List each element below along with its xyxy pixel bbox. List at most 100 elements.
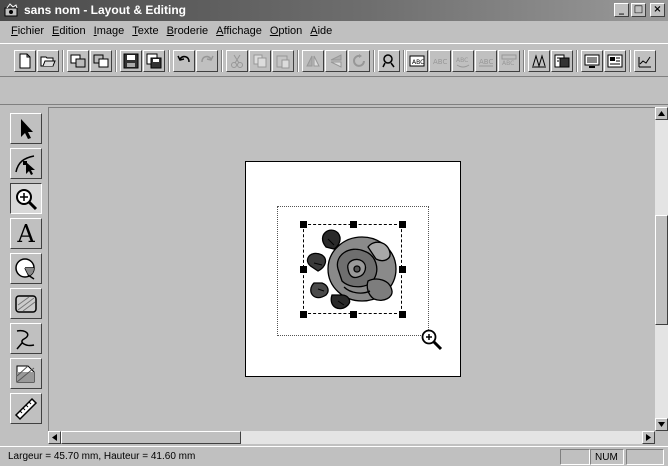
text-disabled-4-button[interactable]: ABC bbox=[498, 50, 520, 72]
app-embroidery-icon[interactable] bbox=[4, 3, 20, 18]
curve-tool[interactable] bbox=[10, 323, 42, 354]
curve-icon bbox=[16, 329, 35, 349]
menu-broderie-accel: B bbox=[166, 25, 174, 37]
menu-aide[interactable]: Aide bbox=[306, 23, 336, 41]
copy-icon bbox=[253, 54, 267, 68]
mirror-horizontal-button[interactable] bbox=[302, 50, 324, 72]
fill-tool[interactable] bbox=[10, 358, 42, 389]
menu-fichier[interactable]: Fichier bbox=[7, 23, 48, 41]
resize-handle-right[interactable] bbox=[399, 266, 406, 273]
text-disabled-2-icon: ABC bbox=[456, 57, 470, 68]
close-button[interactable]: × bbox=[650, 3, 665, 17]
mirror-vertical-button[interactable] bbox=[325, 50, 347, 72]
redo-button[interactable] bbox=[196, 50, 218, 72]
menu-aide-accel: A bbox=[310, 25, 318, 37]
measure-tool[interactable] bbox=[10, 393, 42, 424]
card-write-icon bbox=[554, 54, 570, 68]
horizontal-scrollbar[interactable] bbox=[48, 431, 655, 444]
cut-button[interactable] bbox=[226, 50, 248, 72]
text-layout-button[interactable]: ABC bbox=[406, 50, 428, 72]
menu-option[interactable]: Option bbox=[266, 23, 306, 41]
save-icon bbox=[123, 53, 139, 69]
import-alt-button[interactable] bbox=[90, 50, 112, 72]
resize-handle-bottom-left[interactable] bbox=[300, 311, 307, 318]
text-disabled-2-button[interactable]: ABC bbox=[452, 50, 474, 72]
resize-handle-bottom-right[interactable] bbox=[399, 311, 406, 318]
design-canvas[interactable] bbox=[48, 107, 655, 431]
text-tool[interactable]: A bbox=[10, 218, 42, 249]
resize-handle-top-right[interactable] bbox=[399, 221, 406, 228]
menu-broderie[interactable]: Broderie bbox=[163, 23, 213, 41]
svg-text:ABC: ABC bbox=[456, 57, 468, 64]
cut-icon bbox=[231, 54, 243, 68]
main-toolbar: ABC ABC ABC ABC ABC bbox=[0, 43, 668, 77]
menu-affichage[interactable]: Affichage bbox=[212, 23, 266, 41]
rose-embroidery-design[interactable] bbox=[304, 225, 403, 315]
menu-broderie-label: roderie bbox=[173, 25, 209, 37]
open-button[interactable] bbox=[37, 50, 59, 72]
menu-texte-label: exte bbox=[137, 25, 159, 37]
status-pane-empty bbox=[560, 449, 590, 465]
display-icon bbox=[584, 54, 600, 68]
card-write-button[interactable] bbox=[551, 50, 573, 72]
card-button[interactable] bbox=[604, 50, 626, 72]
arrow-right-icon bbox=[646, 434, 651, 441]
horizontal-scroll-thumb[interactable] bbox=[61, 431, 241, 444]
window-title: sans nom - Layout & Editing bbox=[24, 3, 187, 17]
display-button[interactable] bbox=[581, 50, 603, 72]
sew-simulator-icon bbox=[532, 54, 546, 68]
undo-button[interactable] bbox=[173, 50, 195, 72]
toolbar-separator bbox=[297, 50, 299, 72]
circle-arc-icon bbox=[15, 257, 35, 280]
zoom-tool[interactable] bbox=[10, 183, 42, 214]
minimize-button[interactable]: _ bbox=[614, 3, 629, 17]
scroll-left-button[interactable] bbox=[48, 431, 61, 444]
toolbar-separator bbox=[403, 50, 405, 72]
point-edit-tool[interactable] bbox=[10, 148, 42, 179]
rectangle-tool[interactable] bbox=[10, 288, 42, 319]
design-property-button[interactable] bbox=[634, 50, 656, 72]
menu-edition-label: dition bbox=[59, 25, 86, 37]
stitch-button[interactable] bbox=[378, 50, 400, 72]
mirror-vertical-icon bbox=[330, 54, 342, 68]
text-disabled-3-button[interactable]: ABC bbox=[475, 50, 497, 72]
resize-handle-bottom[interactable] bbox=[350, 311, 357, 318]
scroll-down-button[interactable] bbox=[655, 418, 668, 431]
copy-button[interactable] bbox=[249, 50, 271, 72]
sew-simulator-button[interactable] bbox=[528, 50, 550, 72]
menu-edition[interactable]: Edition bbox=[48, 23, 90, 41]
vertical-scroll-thumb[interactable] bbox=[655, 215, 668, 325]
menu-bar: Fichier Edition Image Texte Broderie Aff… bbox=[0, 23, 668, 41]
open-folder-icon bbox=[40, 56, 56, 67]
title-bar[interactable]: sans nom - Layout & Editing _ □ × bbox=[0, 0, 668, 21]
menu-image[interactable]: Image bbox=[90, 23, 129, 41]
selection-box[interactable] bbox=[300, 221, 406, 318]
import-button[interactable] bbox=[67, 50, 89, 72]
zoom-in-cursor-icon bbox=[421, 329, 443, 351]
num-lock-indicator: NUM bbox=[590, 449, 624, 465]
rotate-button[interactable] bbox=[348, 50, 370, 72]
arrow-icon bbox=[21, 118, 33, 139]
maximize-button[interactable]: □ bbox=[631, 3, 646, 17]
new-file-button[interactable] bbox=[14, 50, 36, 72]
scroll-right-button[interactable] bbox=[642, 431, 655, 444]
resize-handle-left[interactable] bbox=[300, 266, 307, 273]
menu-option-label: ption bbox=[278, 25, 303, 37]
resize-handle-top-left[interactable] bbox=[300, 221, 307, 228]
paste-button[interactable] bbox=[272, 50, 294, 72]
select-tool[interactable] bbox=[10, 113, 42, 144]
toolbar-separator bbox=[62, 50, 64, 72]
node-edit-icon bbox=[15, 154, 35, 175]
text-disabled-1-button[interactable]: ABC bbox=[429, 50, 451, 72]
circle-arc-tool[interactable] bbox=[10, 253, 42, 284]
save-as-button[interactable] bbox=[143, 50, 165, 72]
resize-handle-top[interactable] bbox=[350, 221, 357, 228]
arrow-left-icon bbox=[52, 434, 57, 441]
scroll-up-button[interactable] bbox=[655, 107, 668, 120]
menu-texte[interactable]: Texte bbox=[128, 23, 162, 41]
vertical-scrollbar[interactable] bbox=[655, 107, 668, 431]
svg-text:ABC: ABC bbox=[412, 59, 424, 66]
status-pane-extra bbox=[626, 449, 664, 465]
save-button[interactable] bbox=[120, 50, 142, 72]
save-as-icon bbox=[146, 53, 162, 69]
